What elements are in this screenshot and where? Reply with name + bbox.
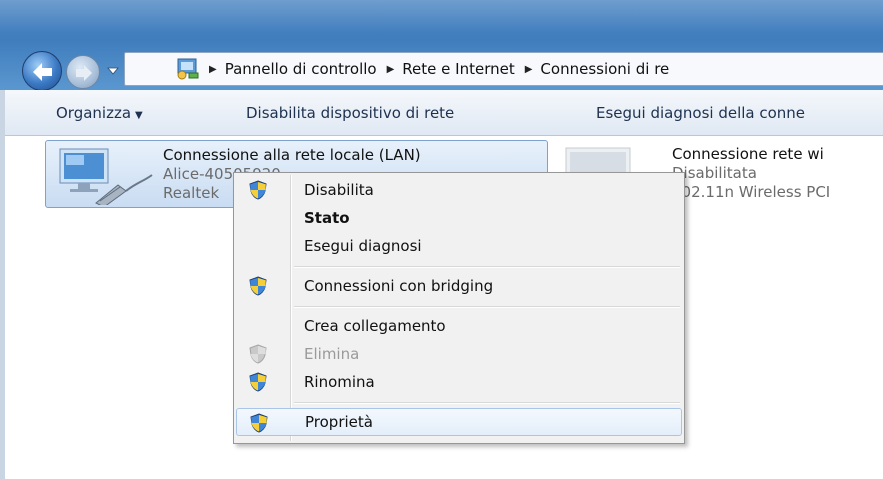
menu-item-label: Rinomina	[304, 373, 375, 391]
uac-shield-icon	[250, 413, 268, 433]
connection-name: Connessione alla rete locale (LAN)	[163, 146, 421, 164]
context-menu: Disabilita Stato Esegui diagnosi Conness…	[233, 172, 685, 444]
disable-device-button[interactable]: Disabilita dispositivo di rete	[246, 104, 596, 122]
uac-shield-icon	[249, 372, 267, 392]
navigation-pane-edge	[0, 90, 5, 479]
menu-item-status[interactable]: Stato	[236, 204, 682, 232]
chevron-down-icon: ▼	[135, 109, 143, 121]
menu-item-properties[interactable]: Proprietà	[236, 408, 682, 436]
menu-item-disable[interactable]: Disabilita	[236, 176, 682, 204]
address-bar[interactable]: ▶ Pannello di controllo ▶ Rete e Interne…	[124, 52, 883, 86]
diagnose-connection-button[interactable]: Esegui diagnosi della conne	[596, 104, 805, 122]
control-panel-icon	[175, 58, 201, 80]
back-button[interactable]	[22, 51, 62, 91]
menu-separator	[294, 266, 680, 268]
menu-item-label: Esegui diagnosi	[304, 237, 422, 255]
breadcrumb-arrow-icon[interactable]: ▶	[525, 64, 533, 75]
connection-adapter: 802.11n Wireless PCI	[672, 183, 831, 201]
forward-button[interactable]	[66, 55, 100, 89]
uac-shield-icon	[249, 180, 267, 200]
organize-label: Organizza	[56, 103, 132, 122]
menu-item-label: Disabilita	[304, 181, 374, 199]
breadcrumb-network-connections[interactable]: ▶ Connessioni di re	[525, 60, 670, 78]
connection-name: Connessione rete wi	[672, 145, 824, 163]
breadcrumb-control-panel[interactable]: ▶ Pannello di controllo	[209, 60, 377, 78]
menu-item-label: Connessioni con bridging	[304, 277, 494, 295]
menu-item-label: Proprietà	[305, 413, 373, 431]
network-adapter-icon	[56, 145, 156, 210]
organize-button[interactable]: Organizza ▼	[56, 104, 246, 122]
breadcrumb-label[interactable]: Pannello di controllo	[225, 60, 377, 78]
back-arrow-icon	[33, 63, 52, 81]
recent-pages-dropdown[interactable]	[106, 63, 120, 77]
menu-separator	[294, 402, 680, 404]
breadcrumb-label[interactable]: Rete e Internet	[402, 60, 514, 78]
menu-item-label: Stato	[304, 209, 350, 227]
breadcrumb-arrow-icon[interactable]: ▶	[387, 64, 395, 75]
menu-item-create-shortcut[interactable]: Crea collegamento	[236, 312, 682, 340]
uac-shield-icon	[249, 344, 267, 364]
command-bar: Organizza ▼ Disabilita dispositivo di ret…	[0, 90, 883, 136]
menu-item-rename[interactable]: Rinomina	[236, 368, 682, 396]
uac-shield-icon	[249, 276, 267, 296]
breadcrumb-network-internet[interactable]: ▶ Rete e Internet	[387, 60, 515, 78]
menu-item-diagnose[interactable]: Esegui diagnosi	[236, 232, 682, 260]
menu-item-label: Crea collegamento	[304, 317, 446, 335]
chevron-down-icon	[107, 67, 119, 75]
breadcrumb-label[interactable]: Connessioni di re	[540, 60, 669, 78]
menu-item-delete: Elimina	[236, 340, 682, 368]
menu-item-bridge-connections[interactable]: Connessioni con bridging	[236, 272, 682, 300]
breadcrumb-arrow-icon[interactable]: ▶	[209, 64, 217, 75]
menu-item-label: Elimina	[304, 345, 360, 363]
connection-adapter: Realtek	[163, 184, 220, 202]
menu-separator	[294, 306, 680, 308]
forward-arrow-icon	[76, 65, 92, 81]
